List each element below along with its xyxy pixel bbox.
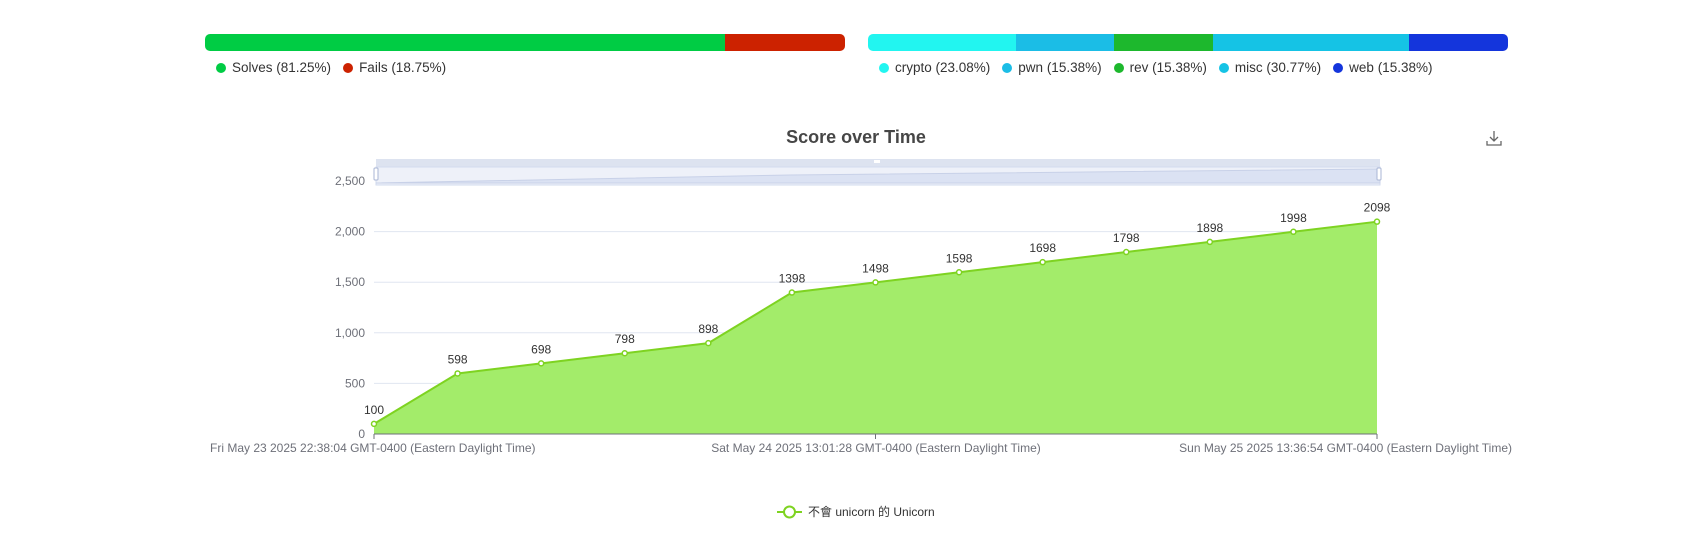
data-label: 1798: [1113, 231, 1140, 245]
x-tick-label: Fri May 23 2025 22:38:04 GMT-0400 (Easte…: [210, 441, 535, 455]
data-point[interactable]: [872, 279, 879, 286]
data-point[interactable]: [1290, 228, 1297, 236]
data-label: 898: [698, 322, 718, 336]
data-point[interactable]: [1123, 248, 1130, 256]
data-label: 1598: [946, 251, 973, 265]
chart-legend-item[interactable]: 不會 unicorn 的 Unicorn: [777, 504, 935, 519]
data-point[interactable]: [788, 289, 796, 296]
data-label: 1498: [862, 261, 889, 275]
data-point[interactable]: [370, 420, 378, 428]
y-tick-label: 1,000: [335, 326, 365, 340]
data-point[interactable]: [1206, 238, 1214, 246]
data-label: 598: [448, 352, 468, 366]
y-tick-label: 2,000: [335, 225, 365, 239]
data-zoom-slider[interactable]: [373, 159, 1382, 186]
data-label: 100: [364, 403, 384, 417]
score-chart-svg: Score over Time 0 500 1,000 1,500 2,000 2,500…: [210, 127, 1512, 519]
chart-title: Score over Time: [786, 127, 926, 147]
score-area-fill: [374, 221, 1377, 434]
y-tick-label: 500: [345, 376, 365, 390]
data-label: 1898: [1196, 221, 1223, 235]
y-tick-label: 2,500: [335, 174, 365, 188]
y-tick-label: 1,500: [335, 275, 365, 289]
legend-circle-symbol: [783, 505, 796, 519]
data-label: 2098: [1364, 201, 1391, 215]
data-label: 1698: [1029, 241, 1056, 255]
chart-legend-label: 不會 unicorn 的 Unicorn: [808, 504, 935, 519]
y-tick-label: 0: [358, 427, 365, 441]
data-label: 1998: [1280, 211, 1307, 225]
data-point[interactable]: [705, 339, 712, 347]
x-tick-label: Sat May 24 2025 13:01:28 GMT-0400 (Easte…: [711, 441, 1041, 455]
data-label: 1398: [779, 272, 806, 286]
data-point[interactable]: [621, 349, 628, 357]
score-over-time-chart: Score over Time 0 500 1,000 1,500 2,000 2,500…: [0, 0, 1695, 535]
data-label: 798: [615, 332, 635, 346]
data-point[interactable]: [1039, 258, 1046, 266]
x-tick-label: Sun May 25 2025 13:36:54 GMT-0400 (Easte…: [1179, 441, 1512, 455]
data-point[interactable]: [454, 370, 461, 377]
data-zoom-handle-left[interactable]: [373, 167, 379, 181]
data-label: 698: [531, 342, 551, 356]
download-icon[interactable]: [1486, 131, 1502, 146]
data-zoom-move-handle[interactable]: [874, 160, 880, 163]
data-point[interactable]: [537, 360, 545, 367]
data-zoom-handle-right[interactable]: [1376, 167, 1382, 181]
data-point[interactable]: [1373, 218, 1381, 225]
data-point[interactable]: [955, 269, 963, 276]
